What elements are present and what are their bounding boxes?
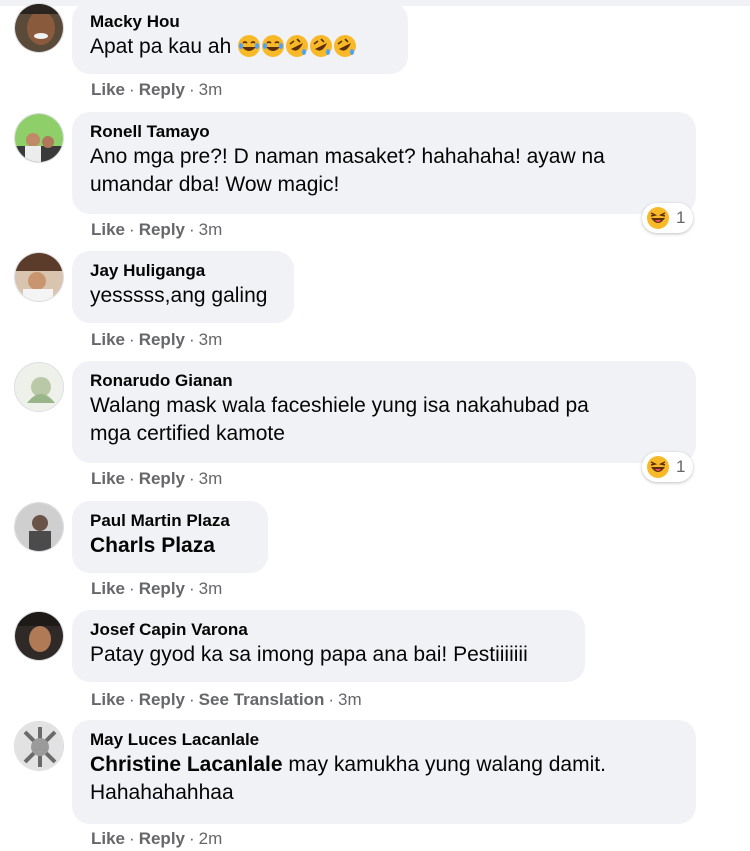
comment-actions: Like · Reply · 3m bbox=[91, 330, 223, 349]
haha-reaction-icon bbox=[647, 207, 669, 229]
comment-bubble: Josef Capin Varona Patay gyod ka sa imon… bbox=[72, 610, 585, 682]
comment-author[interactable]: Paul Martin Plaza bbox=[90, 510, 250, 532]
comment-text-line: Walang mask wala faceshiele yung isa nak… bbox=[90, 394, 589, 417]
comment-actions: Like · Reply · 3m bbox=[91, 80, 223, 99]
comment-actions: Like · Reply · 3m bbox=[91, 579, 223, 598]
reply-link[interactable]: Reply bbox=[139, 220, 185, 239]
timestamp[interactable]: 3m bbox=[199, 579, 223, 598]
comment-text-content: may kamukha yung walang damit. bbox=[282, 753, 606, 776]
comment-actions: Like · Reply · 2m bbox=[91, 829, 223, 848]
comment-text-content: Apat pa kau ah bbox=[90, 35, 232, 58]
reply-link[interactable]: Reply bbox=[139, 579, 185, 598]
reply-link[interactable]: Reply bbox=[139, 330, 185, 349]
reply-link[interactable]: Reply bbox=[139, 469, 185, 488]
reaction-count-badge[interactable]: 1 bbox=[642, 203, 694, 233]
rofl-emoji-icon bbox=[286, 35, 309, 57]
comment-bubble: Macky Hou Apat pa kau ah bbox=[72, 2, 408, 74]
reaction-count: 1 bbox=[676, 457, 686, 476]
comment-text: Apat pa kau ah bbox=[90, 33, 390, 61]
avatar[interactable] bbox=[14, 113, 64, 163]
comment-actions: Like · Reply · See Translation · 3m bbox=[91, 690, 362, 709]
like-link[interactable]: Like bbox=[91, 220, 125, 239]
like-link[interactable]: Like bbox=[91, 690, 125, 709]
timestamp[interactable]: 3m bbox=[199, 330, 223, 349]
reply-link[interactable]: Reply bbox=[139, 829, 185, 848]
avatar[interactable] bbox=[14, 362, 64, 412]
comment-bubble: Jay Huliganga yesssss,ang galing bbox=[72, 251, 294, 323]
avatar[interactable] bbox=[14, 252, 64, 302]
comment-bubble: Ronell Tamayo Ano mga pre?! D naman masa… bbox=[72, 112, 696, 214]
comment-text: yesssss,ang galing bbox=[90, 284, 268, 307]
comment-author[interactable]: Macky Hou bbox=[90, 11, 390, 33]
comment-bubble: Ronarudo Gianan Walang mask wala faceshi… bbox=[72, 361, 696, 463]
avatar[interactable] bbox=[14, 721, 64, 771]
comment-author[interactable]: May Luces Lacanlale bbox=[90, 729, 678, 751]
avatar[interactable] bbox=[14, 502, 64, 552]
comment-bubble: Paul Martin Plaza Charls Plaza bbox=[72, 501, 268, 573]
comment-text: Patay gyod ka sa imong papa ana bai! Pes… bbox=[90, 643, 528, 666]
like-link[interactable]: Like bbox=[91, 469, 125, 488]
comment-text: Christine Lacanlale may kamukha yung wal… bbox=[90, 751, 678, 779]
rofl-emoji-icon bbox=[310, 35, 333, 57]
timestamp[interactable]: 3m bbox=[338, 690, 362, 709]
comment-actions: Like · Reply · 3m bbox=[91, 469, 223, 488]
reaction-count-badge[interactable]: 1 bbox=[642, 452, 694, 482]
comment-bubble: May Luces Lacanlale Christine Lacanlale … bbox=[72, 720, 696, 824]
avatar[interactable] bbox=[14, 3, 64, 53]
comment-text-line: Hahahahahhaa bbox=[90, 781, 234, 804]
like-link[interactable]: Like bbox=[91, 80, 125, 99]
rofl-emoji-icon bbox=[334, 35, 357, 57]
comment-text-line: Ano mga pre?! D naman masaket? hahahaha!… bbox=[90, 145, 605, 168]
mention-link[interactable]: Christine Lacanlale bbox=[90, 753, 283, 776]
reaction-count: 1 bbox=[676, 208, 686, 227]
comment-author[interactable]: Ronell Tamayo bbox=[90, 121, 678, 143]
comment-author[interactable]: Ronarudo Gianan bbox=[90, 370, 678, 392]
timestamp[interactable]: 3m bbox=[199, 80, 223, 99]
comment-author[interactable]: Josef Capin Varona bbox=[90, 619, 567, 641]
joy-emoji-icon bbox=[238, 35, 261, 57]
timestamp[interactable]: 3m bbox=[199, 220, 223, 239]
timestamp[interactable]: 2m bbox=[199, 829, 223, 848]
comment-actions: Like · Reply · 3m bbox=[91, 220, 223, 239]
like-link[interactable]: Like bbox=[91, 829, 125, 848]
mention-link[interactable]: Charls Plaza bbox=[90, 532, 250, 560]
see-translation-link[interactable]: See Translation bbox=[199, 690, 325, 709]
comment-author[interactable]: Jay Huliganga bbox=[90, 260, 276, 282]
like-link[interactable]: Like bbox=[91, 579, 125, 598]
reply-link[interactable]: Reply bbox=[139, 690, 185, 709]
comment-text-line: umandar dba! Wow magic! bbox=[90, 173, 340, 196]
haha-reaction-icon bbox=[647, 456, 669, 478]
timestamp[interactable]: 3m bbox=[199, 469, 223, 488]
avatar[interactable] bbox=[14, 611, 64, 661]
reply-link[interactable]: Reply bbox=[139, 80, 185, 99]
comment-text-line: mga certified kamote bbox=[90, 422, 285, 445]
joy-emoji-icon bbox=[262, 35, 285, 57]
like-link[interactable]: Like bbox=[91, 330, 125, 349]
